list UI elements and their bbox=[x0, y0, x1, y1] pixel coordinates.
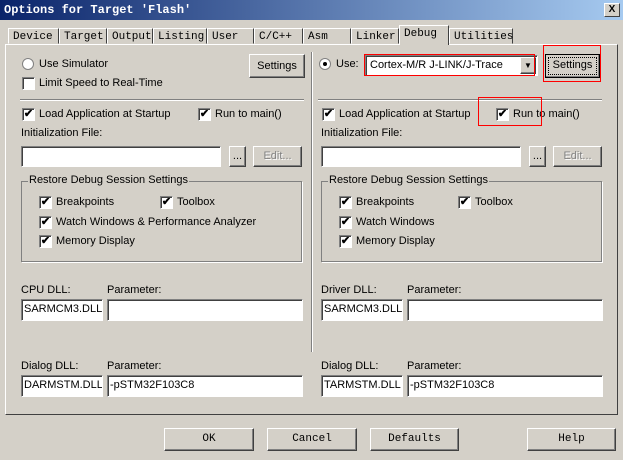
load-app-label: Load Application at Startup bbox=[339, 108, 471, 120]
toolbox-checkbox[interactable]: ✔ bbox=[458, 196, 471, 209]
dialog-dll-label: Dialog DLL: bbox=[21, 360, 79, 372]
breakpoints-label: Breakpoints bbox=[56, 196, 115, 208]
divider bbox=[20, 99, 304, 100]
watch-windows-checkbox[interactable]: ✔ bbox=[339, 216, 352, 229]
init-file-input[interactable] bbox=[21, 146, 221, 167]
dialog-param-label: Parameter: bbox=[407, 360, 462, 372]
watch-windows-label: Watch Windows bbox=[356, 216, 435, 228]
tab-utilities[interactable]: Utilities bbox=[449, 28, 513, 44]
limit-speed-label: Limit Speed to Real-Time bbox=[39, 77, 163, 89]
memory-display-checkbox[interactable]: ✔ bbox=[339, 235, 352, 248]
tab-asm[interactable]: Asm bbox=[303, 28, 351, 44]
driver-param-label: Parameter: bbox=[407, 284, 462, 296]
watch-windows-label: Watch Windows & Performance Analyzer bbox=[56, 216, 257, 228]
memory-display-label: Memory Display bbox=[56, 235, 135, 247]
load-app-checkbox[interactable]: ✔ bbox=[322, 108, 335, 121]
init-file-browse-button[interactable]: ... bbox=[229, 146, 246, 167]
tab-cpp[interactable]: C/C++ bbox=[254, 28, 303, 44]
simulator-settings-button[interactable]: Settings bbox=[249, 54, 305, 78]
memory-display-label: Memory Display bbox=[356, 235, 435, 247]
restore-group-label: Restore Debug Session Settings bbox=[28, 174, 189, 186]
breakpoints-checkbox[interactable]: ✔ bbox=[339, 196, 352, 209]
title-bar: Options for Target 'Flash' bbox=[0, 0, 623, 20]
toolbox-label: Toolbox bbox=[177, 196, 215, 208]
load-app-checkbox[interactable]: ✔ bbox=[22, 108, 35, 121]
load-app-label: Load Application at Startup bbox=[39, 108, 171, 120]
cpu-param-label: Parameter: bbox=[107, 284, 162, 296]
init-file-label: Initialization File: bbox=[21, 127, 103, 139]
init-file-edit-button[interactable]: Edit... bbox=[253, 146, 302, 167]
init-file-edit-button[interactable]: Edit... bbox=[553, 146, 602, 167]
cpu-dll-input[interactable]: SARMCM3.DLL bbox=[21, 299, 103, 321]
init-file-input[interactable] bbox=[321, 146, 521, 167]
dialog-param-input[interactable]: -pSTM32F103C8 bbox=[107, 375, 303, 397]
use-driver-radio[interactable] bbox=[319, 58, 331, 70]
highlight-driver bbox=[364, 54, 535, 76]
init-file-browse-button[interactable]: ... bbox=[529, 146, 546, 167]
tab-target[interactable]: Target bbox=[59, 28, 107, 44]
toolbox-label: Toolbox bbox=[475, 196, 513, 208]
driver-param-input[interactable] bbox=[407, 299, 603, 321]
run-to-main-label: Run to main() bbox=[215, 108, 282, 120]
tab-debug[interactable]: Debug bbox=[399, 25, 449, 45]
column-divider bbox=[311, 52, 312, 352]
toolbox-checkbox[interactable]: ✔ bbox=[160, 196, 173, 209]
highlight-settings bbox=[543, 45, 601, 82]
use-simulator-label: Use Simulator bbox=[39, 58, 109, 70]
watch-windows-checkbox[interactable]: ✔ bbox=[39, 216, 52, 229]
dialog-param-label: Parameter: bbox=[107, 360, 162, 372]
dialog-param-input[interactable]: -pSTM32F103C8 bbox=[407, 375, 603, 397]
tab-listing[interactable]: Listing bbox=[153, 28, 207, 44]
dialog-dll-label: Dialog DLL: bbox=[321, 360, 379, 372]
breakpoints-checkbox[interactable]: ✔ bbox=[39, 196, 52, 209]
driver-dll-label: Driver DLL: bbox=[321, 284, 377, 296]
cpu-dll-label: CPU DLL: bbox=[21, 284, 71, 296]
cancel-button[interactable]: Cancel bbox=[267, 428, 357, 451]
init-file-label: Initialization File: bbox=[321, 127, 403, 139]
ok-button[interactable]: OK bbox=[164, 428, 254, 451]
tab-linker[interactable]: Linker bbox=[351, 28, 399, 44]
use-simulator-radio[interactable] bbox=[22, 58, 34, 70]
tab-user[interactable]: User bbox=[207, 28, 254, 44]
driver-dll-input[interactable]: SARMCM3.DLL bbox=[321, 299, 403, 321]
divider bbox=[318, 99, 602, 100]
help-button[interactable]: Help bbox=[527, 428, 616, 451]
window-title: Options for Target 'Flash' bbox=[4, 3, 192, 17]
close-button[interactable]: X bbox=[604, 3, 620, 17]
cpu-param-input[interactable] bbox=[107, 299, 303, 321]
highlight-run-to-main bbox=[478, 97, 542, 126]
dialog-dll-input[interactable]: TARMSTM.DLL bbox=[321, 375, 403, 397]
restore-group-label: Restore Debug Session Settings bbox=[328, 174, 489, 186]
breakpoints-label: Breakpoints bbox=[356, 196, 415, 208]
run-to-main-checkbox[interactable]: ✔ bbox=[198, 108, 211, 121]
memory-display-checkbox[interactable]: ✔ bbox=[39, 235, 52, 248]
tab-device[interactable]: Device bbox=[8, 28, 59, 44]
use-label: Use: bbox=[336, 58, 359, 70]
limit-speed-checkbox[interactable] bbox=[22, 77, 35, 90]
defaults-button[interactable]: Defaults bbox=[370, 428, 459, 451]
dialog-dll-input[interactable]: DARMSTM.DLL bbox=[21, 375, 103, 397]
tab-output[interactable]: Output bbox=[107, 28, 153, 44]
